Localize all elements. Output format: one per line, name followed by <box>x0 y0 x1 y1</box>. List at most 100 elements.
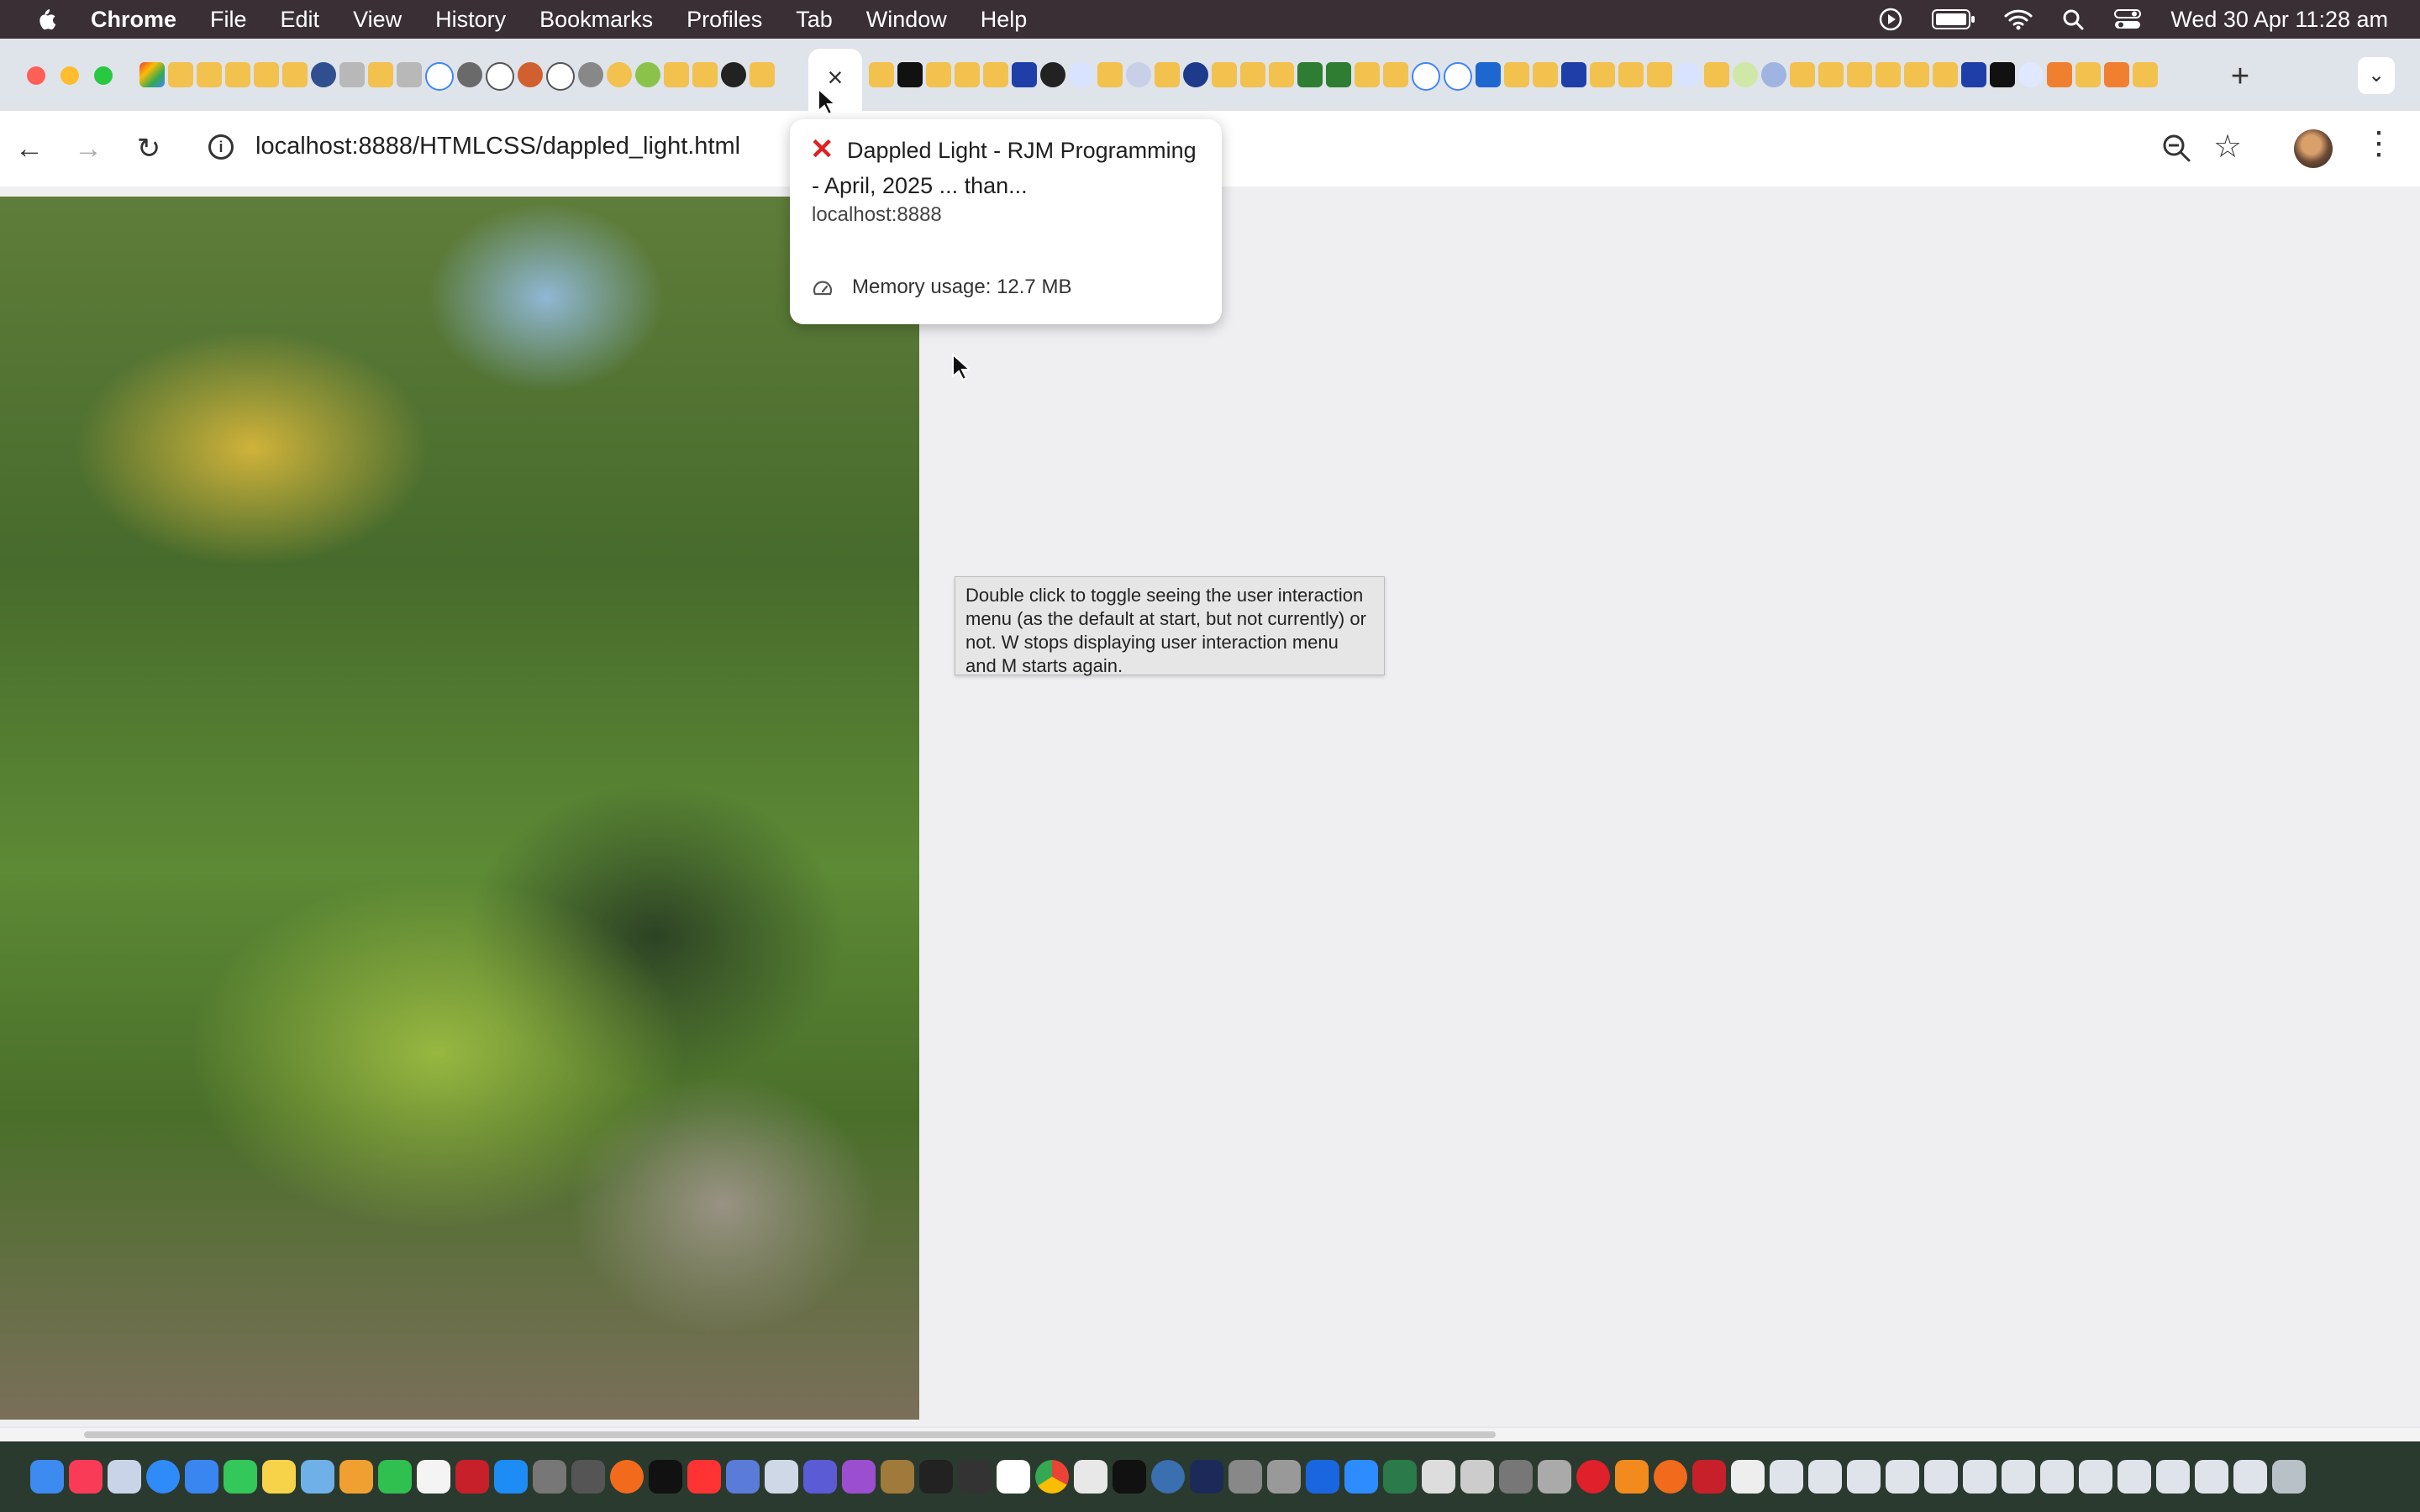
tab-favicon-icon[interactable] <box>457 62 482 87</box>
menu-edit[interactable]: Edit <box>281 7 320 33</box>
tab-favicon-icon[interactable] <box>926 62 951 87</box>
tab-favicon-google-icon[interactable] <box>1412 62 1440 91</box>
tab-favicon-icon[interactable] <box>1383 62 1408 87</box>
tab-favicon-icon[interactable] <box>2075 62 2101 87</box>
tab-favicon-icon[interactable] <box>1069 62 1094 87</box>
dock-app-icon[interactable] <box>1383 1460 1417 1494</box>
dock-window-thumbnail[interactable] <box>2002 1460 2035 1494</box>
tab-favicon-icon[interactable] <box>1876 62 1901 87</box>
calendar-icon[interactable] <box>997 1460 1030 1494</box>
launchpad-icon[interactable] <box>108 1460 141 1494</box>
bbedit-icon[interactable] <box>803 1460 837 1494</box>
tab-favicon-icon[interactable] <box>2133 62 2158 87</box>
music-icon[interactable] <box>69 1460 103 1494</box>
tab-favicon-icon[interactable] <box>721 62 746 87</box>
menu-file[interactable]: File <box>210 7 247 33</box>
tab-favicon-gmail-icon[interactable] <box>139 62 165 87</box>
tab-favicon-icon[interactable] <box>750 62 775 87</box>
dock-app-icon[interactable] <box>1190 1460 1223 1494</box>
tab-favicon-icon[interactable] <box>1790 62 1815 87</box>
site-info-icon[interactable]: i <box>208 134 234 160</box>
tab-favicon-icon[interactable] <box>664 62 689 87</box>
menu-tab[interactable]: Tab <box>796 7 833 33</box>
profile-avatar[interactable] <box>2294 129 2333 168</box>
safari-icon[interactable] <box>146 1460 180 1494</box>
tab-favicon-icon[interactable] <box>1240 62 1265 87</box>
scrollbar-thumb[interactable] <box>84 1431 1496 1438</box>
bookmark-star-icon[interactable]: ☆ <box>2213 128 2242 165</box>
back-button[interactable]: ← <box>8 128 50 170</box>
chrome-menu-icon[interactable]: ⋮ <box>2363 124 2395 162</box>
dock-app-icon[interactable] <box>726 1460 760 1494</box>
tab-favicon-icon[interactable] <box>518 62 543 87</box>
dock-window-thumbnail[interactable] <box>2040 1460 2074 1494</box>
tab-favicon-icon[interactable] <box>1676 62 1701 87</box>
tab-favicon-icon[interactable] <box>1297 62 1323 87</box>
window-minimize-button[interactable] <box>60 66 79 85</box>
dock-app-icon[interactable] <box>1074 1460 1107 1494</box>
dock-window-thumbnail[interactable] <box>2156 1460 2190 1494</box>
dock-window-thumbnail[interactable] <box>1808 1460 1842 1494</box>
tab-favicon-icon[interactable] <box>397 62 422 87</box>
tab-favicon-icon[interactable] <box>1761 62 1786 87</box>
dock-app-icon[interactable] <box>1151 1460 1185 1494</box>
web-page-content[interactable]: Double click to toggle seeing the user i… <box>0 186 2420 1426</box>
tab-search-button[interactable]: ⌄ <box>2358 57 2395 94</box>
dock-app-icon[interactable] <box>1422 1460 1455 1494</box>
battery-icon[interactable] <box>1932 8 1975 30</box>
trash-icon[interactable] <box>2272 1460 2306 1494</box>
dock-app-icon[interactable] <box>765 1460 798 1494</box>
horizontal-scrollbar[interactable] <box>0 1428 2420 1441</box>
books-icon[interactable] <box>1615 1460 1649 1494</box>
tab-favicon-icon[interactable] <box>955 62 980 87</box>
menu-view[interactable]: View <box>353 7 402 33</box>
tab-favicon-star-icon[interactable] <box>1476 62 1501 87</box>
tab-favicon-icon[interactable] <box>2018 62 2044 87</box>
menu-window[interactable]: Window <box>866 7 947 33</box>
podcasts-icon[interactable] <box>842 1460 876 1494</box>
dock-window-thumbnail[interactable] <box>2079 1460 2112 1494</box>
tab-favicon-icon[interactable] <box>692 62 718 87</box>
url-text[interactable]: localhost:8888/HTMLCSS/dappled_light.htm… <box>255 133 740 160</box>
menu-profiles[interactable]: Profiles <box>687 7 762 33</box>
tab-favicon-icon[interactable] <box>1618 62 1644 87</box>
garden-photo[interactable] <box>0 197 919 1420</box>
tab-favicon-wikipedia-icon[interactable] <box>486 62 514 91</box>
dock-app-icon[interactable] <box>1113 1460 1146 1494</box>
tab-favicon-icon[interactable] <box>1097 62 1123 87</box>
new-tab-button[interactable]: + <box>2222 59 2259 95</box>
tab-favicon-icon[interactable] <box>1704 62 1729 87</box>
tab-favicon-icon[interactable] <box>1990 62 2015 87</box>
dock-window-thumbnail[interactable] <box>2195 1460 2228 1494</box>
firefox-icon[interactable] <box>610 1460 644 1494</box>
tab-favicon-icon[interactable] <box>607 62 632 87</box>
chrome-icon[interactable] <box>1035 1460 1069 1494</box>
spotlight-search-icon[interactable] <box>2061 8 2085 31</box>
wifi-icon[interactable] <box>2004 8 2033 31</box>
window-close-button[interactable] <box>27 66 45 85</box>
preview-icon[interactable] <box>301 1460 334 1494</box>
zoom-icon[interactable] <box>1344 1460 1378 1494</box>
tab-favicon-icon[interactable] <box>897 62 923 87</box>
apple-logo-icon[interactable] <box>34 6 57 33</box>
apple-tv-icon[interactable] <box>649 1460 682 1494</box>
dock-app-icon[interactable] <box>1460 1460 1494 1494</box>
tab-favicon-icon[interactable] <box>1590 62 1615 87</box>
dock-document-icon[interactable] <box>1731 1460 1765 1494</box>
filezilla-icon[interactable] <box>455 1460 489 1494</box>
tab-favicon-icon[interactable] <box>1733 62 1758 87</box>
dock-window-thumbnail[interactable] <box>1886 1460 1919 1494</box>
dock-app-icon[interactable] <box>1692 1460 1726 1494</box>
firefox-icon[interactable] <box>1654 1460 1687 1494</box>
tab-favicon-icon[interactable] <box>1961 62 1986 87</box>
tab-favicon-icon[interactable] <box>1933 62 1958 87</box>
menu-help[interactable]: Help <box>981 7 1028 33</box>
tab-favicon-icon[interactable] <box>1326 62 1351 87</box>
tab-favicon-icon[interactable] <box>2047 62 2072 87</box>
tab-favicon-icon[interactable] <box>168 62 193 87</box>
tab-favicon-icon[interactable] <box>1533 62 1558 87</box>
window-zoom-button[interactable] <box>94 66 113 85</box>
dock-window-thumbnail[interactable] <box>1963 1460 1996 1494</box>
tab-favicon-icon[interactable] <box>197 62 222 87</box>
dock-app-icon[interactable] <box>571 1460 605 1494</box>
